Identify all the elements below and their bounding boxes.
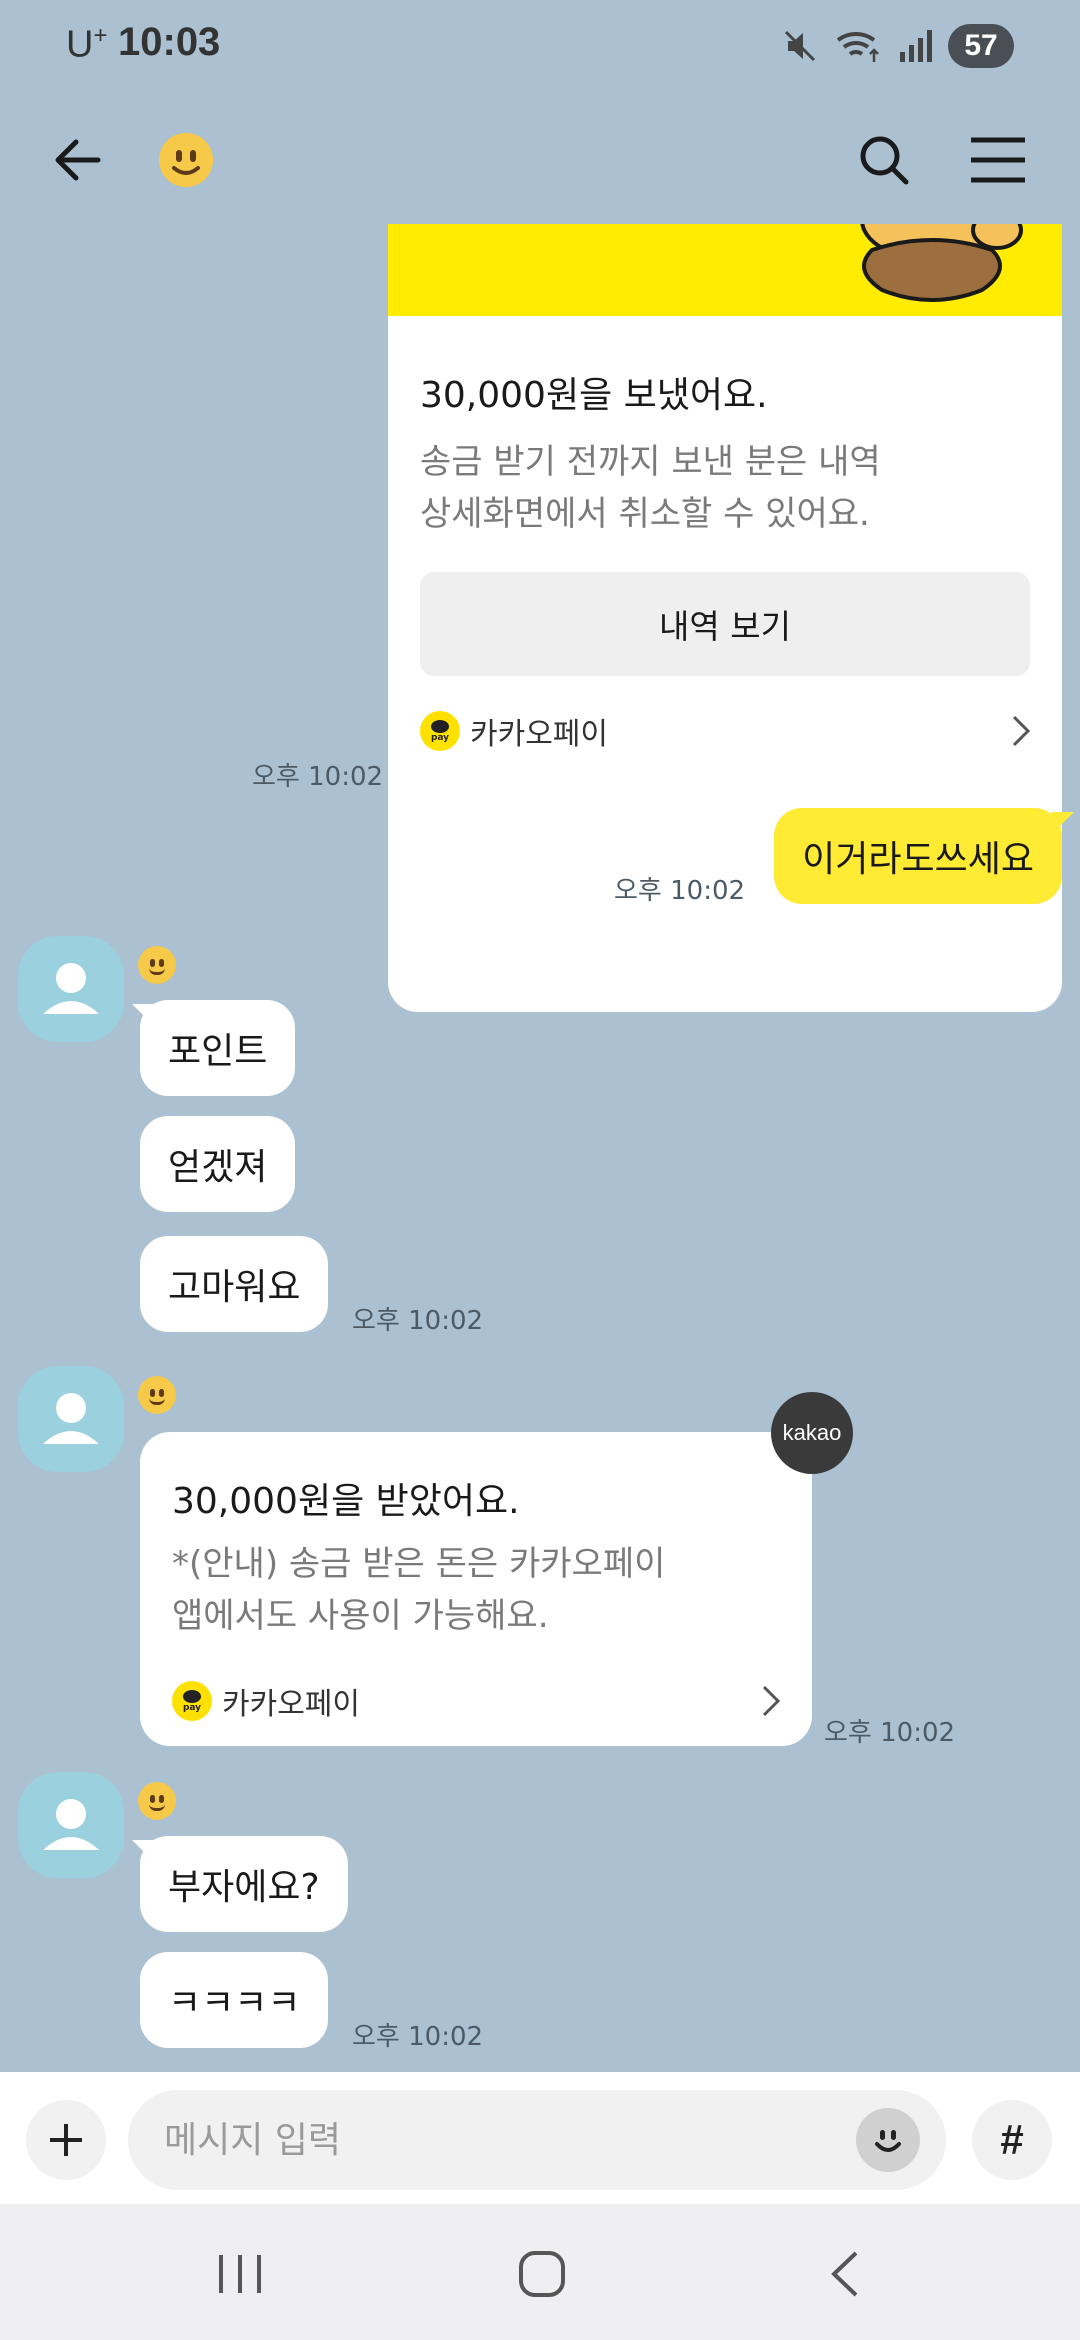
- sender-name-emoji-icon: [138, 1782, 176, 1820]
- chat-header: [0, 96, 1080, 224]
- message-field[interactable]: [128, 2090, 946, 2190]
- arrow-left-icon: [55, 139, 101, 181]
- back-chevron-icon: [831, 2251, 858, 2297]
- chat-profile-emoji[interactable]: [144, 118, 228, 202]
- message-time: 오후 10:02: [614, 876, 746, 906]
- kakaopay-label: 카카오페이: [470, 717, 608, 752]
- status-icons: 57: [780, 24, 1014, 68]
- emoticon-button[interactable]: [856, 2108, 920, 2172]
- view-history-button[interactable]: 내역 보기: [420, 572, 1030, 676]
- system-nav-bar: [0, 2204, 1080, 2340]
- status-bar: U+ 10:03 57: [0, 0, 1080, 96]
- bubble-tail: [1052, 812, 1074, 834]
- home-button[interactable]: [502, 2234, 582, 2314]
- plus-icon: [50, 2124, 82, 2156]
- menu-button[interactable]: [956, 118, 1040, 202]
- back-nav-button[interactable]: [806, 2234, 886, 2314]
- chevron-right-icon: [1012, 715, 1031, 747]
- received-transfer-card[interactable]: 30,000원을 받았어요. *(안내) 송금 받은 돈은 카카오페이 앱에서도…: [140, 1432, 812, 1746]
- kakaopay-icon: pay: [172, 1681, 212, 1721]
- emoticon-icon: [875, 2130, 901, 2152]
- hashtag-button[interactable]: #: [972, 2100, 1052, 2180]
- transfer-desc-line2: 앱에서도 사용이 가능해요.: [172, 1596, 549, 1636]
- kakaopay-footer[interactable]: pay 카카오페이: [420, 706, 1034, 756]
- recent-apps-button[interactable]: [200, 2234, 280, 2314]
- received-message-bubble[interactable]: ㅋㅋㅋㅋ: [140, 1952, 329, 2048]
- received-message-bubble[interactable]: 포인트: [140, 1000, 296, 1096]
- sender-name-emoji-icon: [138, 946, 176, 984]
- message-input[interactable]: [164, 2110, 764, 2170]
- home-icon: [519, 2251, 565, 2297]
- default-profile-icon: [43, 1393, 99, 1444]
- avatar[interactable]: [18, 936, 124, 1042]
- search-button[interactable]: [842, 118, 926, 202]
- smiley-icon: [159, 133, 213, 187]
- kakaopay-footer[interactable]: pay 카카오페이: [172, 1676, 784, 1726]
- transfer-desc-line2: 상세화면에서 취소할 수 있어요.: [420, 494, 870, 534]
- received-message-bubble[interactable]: 얻겠져: [140, 1116, 296, 1212]
- transfer-title: 30,000원을 보냈어요.: [420, 375, 768, 416]
- message-time: 오후 10:02: [252, 762, 384, 792]
- kakaopay-label: 카카오페이: [222, 1687, 360, 1722]
- default-profile-icon: [43, 963, 99, 1014]
- sender-name-emoji-icon: [138, 1376, 176, 1414]
- hamburger-menu-icon: [971, 137, 1025, 183]
- battery-indicator: 57: [948, 24, 1014, 68]
- status-time: 10:03: [118, 20, 221, 64]
- message-input-bar: #: [0, 2072, 1080, 2204]
- message-time: 오후 10:02: [352, 2022, 484, 2052]
- kakao-logo-badge: kakao: [771, 1392, 853, 1474]
- bubble-tail: [132, 1004, 154, 1026]
- avatar[interactable]: [18, 1772, 124, 1878]
- transfer-banner: [388, 224, 1062, 316]
- character-illustration: [860, 224, 1023, 302]
- message-time: 오후 10:02: [824, 1718, 956, 1748]
- carrier-label: U+: [66, 22, 108, 66]
- chevron-right-icon: [762, 1685, 781, 1717]
- avatar[interactable]: [18, 1366, 124, 1472]
- recent-apps-icon: [219, 2255, 261, 2293]
- attach-button[interactable]: [26, 2100, 106, 2180]
- transfer-desc-line1: *(안내) 송금 받은 돈은 카카오페이: [172, 1544, 666, 1584]
- wifi-icon: [836, 32, 879, 62]
- kakaopay-icon: pay: [420, 711, 460, 751]
- default-profile-icon: [43, 1799, 99, 1850]
- transfer-title: 30,000원을 받았어요.: [172, 1481, 520, 1522]
- back-button[interactable]: [36, 118, 120, 202]
- signal-icon: [900, 30, 932, 62]
- chat-area[interactable]: 오후 10:02 30,000원을 보냈어요. 송금 받기 전까지 보낸 분은 …: [0, 224, 1080, 2072]
- sent-message-bubble[interactable]: 이거라도쓰세요: [774, 808, 1062, 904]
- bubble-tail: [132, 1840, 154, 1862]
- received-message-bubble[interactable]: 부자에요?: [140, 1836, 348, 1932]
- transfer-desc-line1: 송금 받기 전까지 보낸 분은 내역: [420, 442, 881, 482]
- message-time: 오후 10:02: [352, 1306, 484, 1336]
- search-icon: [860, 136, 909, 185]
- mute-icon: [784, 30, 816, 62]
- received-message-bubble[interactable]: 고마워요: [140, 1236, 329, 1332]
